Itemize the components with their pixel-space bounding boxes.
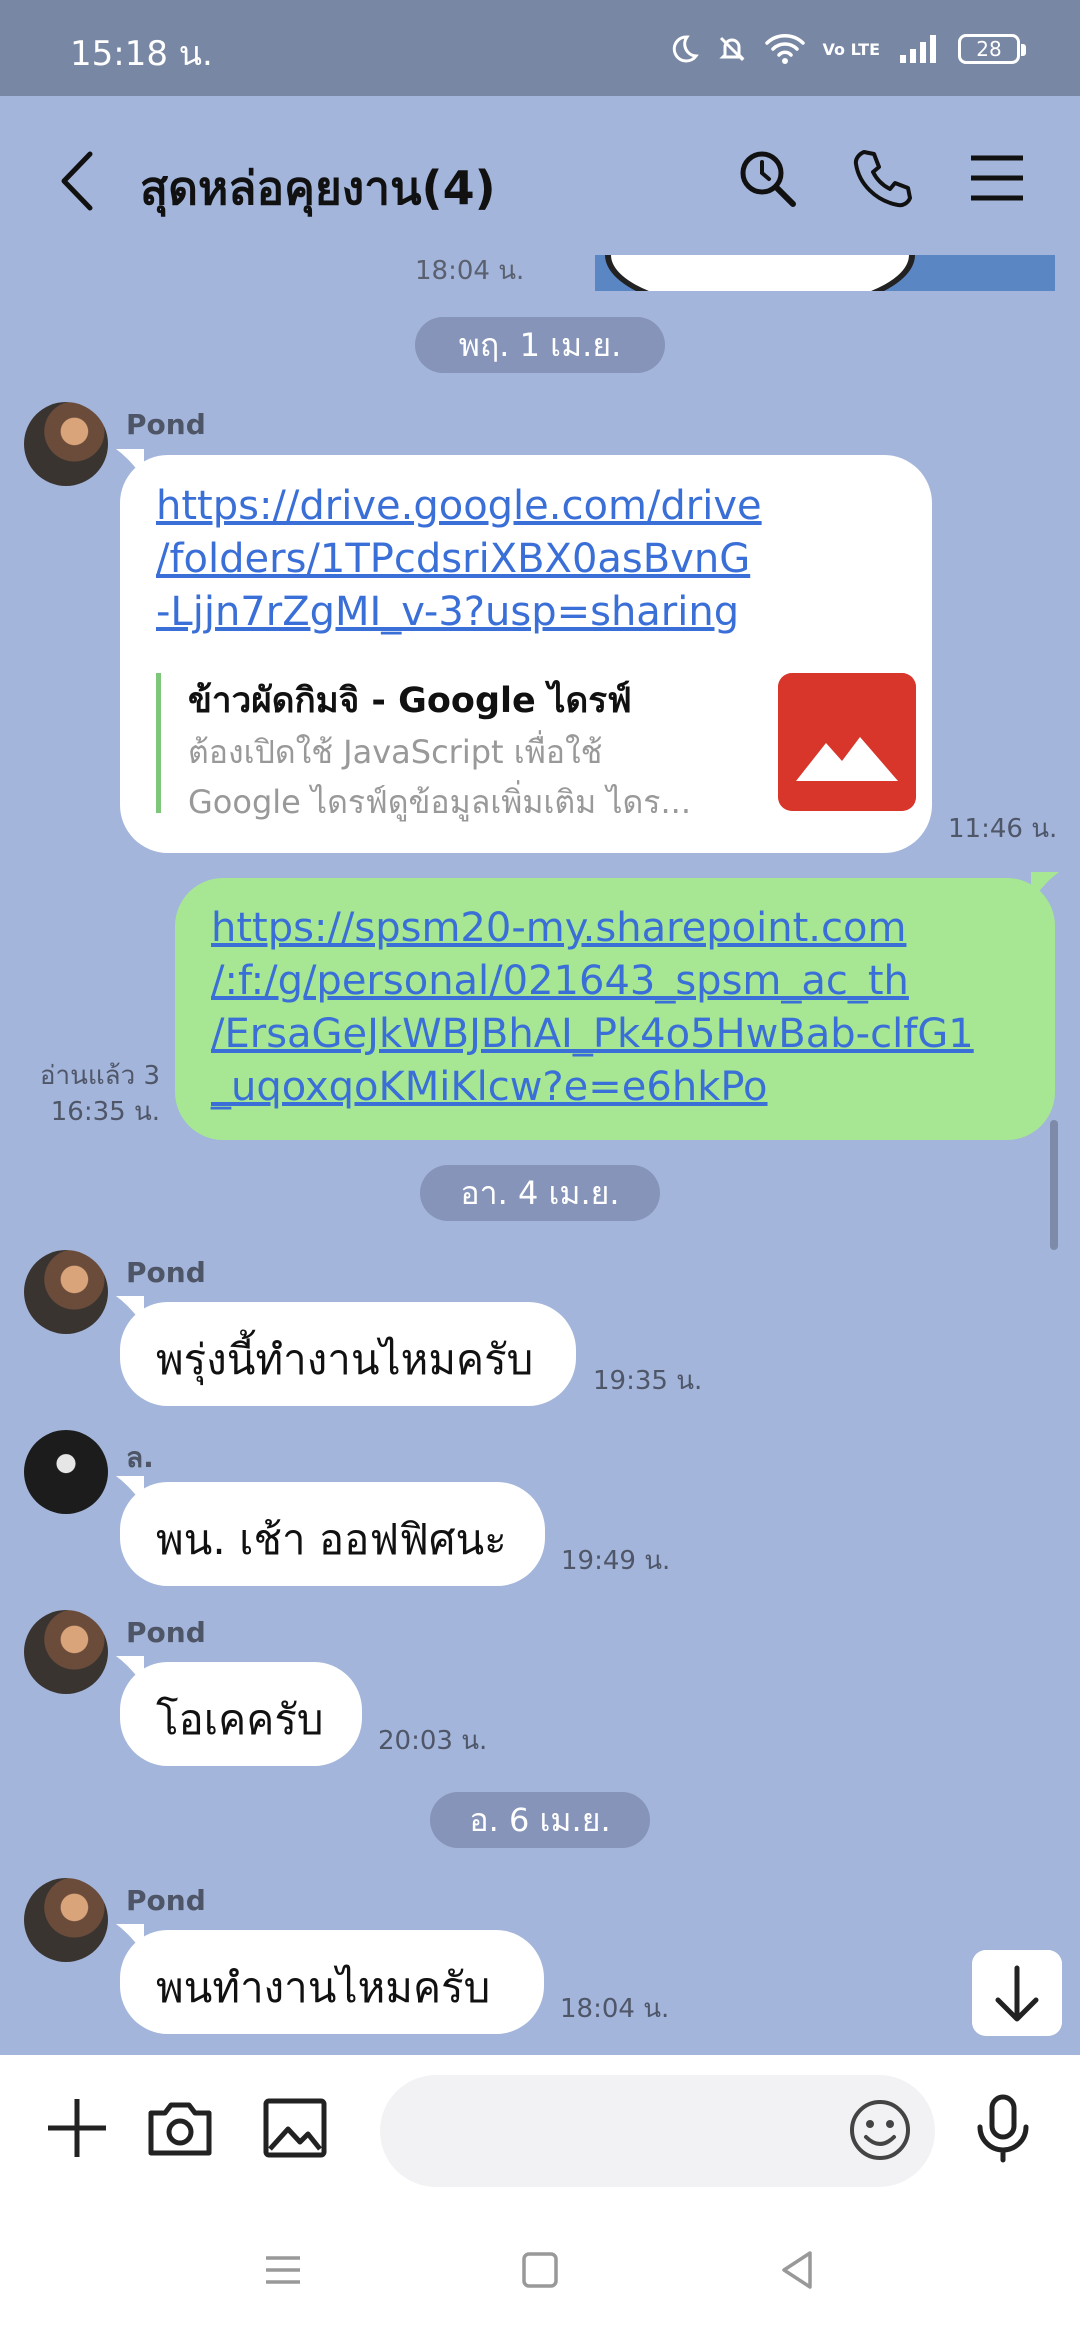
- bubble-tail: [1031, 872, 1059, 902]
- sender-name: ล.: [126, 1441, 154, 1474]
- message-link[interactable]: https://drive.google.com/drive: [156, 480, 762, 533]
- message-link[interactable]: /ErsaGeJkWBJBhAI_Pk4o5HwBab-clfG1: [211, 1008, 974, 1061]
- recent-apps-icon[interactable]: [258, 2245, 308, 2295]
- date-separator: อ. 6 เม.ย.: [430, 1792, 650, 1848]
- smiley-icon[interactable]: [847, 2097, 913, 2163]
- search-icon[interactable]: [735, 146, 799, 210]
- phone-icon[interactable]: [850, 146, 914, 210]
- message-bubble[interactable]: พนทำงานไหมครับ: [116, 1924, 544, 2034]
- bubble-tail: [116, 1656, 144, 1686]
- menu-icon[interactable]: [965, 146, 1029, 210]
- scrollbar[interactable]: [1050, 1120, 1058, 1250]
- battery-level: 28: [976, 37, 1002, 61]
- sender-name: Pond: [126, 1616, 206, 1649]
- chat-area[interactable]: 18:04 น. พฤ. 1 เม.ย. Pond https://drive.…: [0, 240, 1080, 2055]
- camera-icon[interactable]: [145, 2093, 215, 2163]
- message-field[interactable]: [380, 2075, 935, 2187]
- read-receipt: อ่านแล้ว 3 16:35 น.: [20, 1058, 160, 1130]
- link-message-bubble[interactable]: https://drive.google.com/drive /folders/…: [116, 449, 932, 853]
- avatar[interactable]: [24, 1610, 108, 1694]
- preview-description-line: ต้องเปิดใช้ JavaScript เพื่อใช้: [188, 733, 603, 771]
- message-bubble[interactable]: พน. เช้า ออฟฟิศนะ: [116, 1476, 545, 1586]
- message-input[interactable]: [420, 2105, 840, 2157]
- avatar[interactable]: [24, 1250, 108, 1334]
- message-link[interactable]: /:f:/g/personal/021643_spsm_ac_th: [211, 955, 974, 1008]
- message-time: 18:04 น.: [415, 256, 525, 286]
- image-thumbnail-icon: [778, 673, 916, 811]
- bubble-tail: [116, 1924, 144, 1954]
- back-icon[interactable]: [772, 2245, 822, 2295]
- message-bubble[interactable]: โอเคครับ: [116, 1656, 362, 1766]
- message-time: 20:03 น.: [378, 1726, 488, 1756]
- volte-icon: Vo LTE: [822, 39, 880, 59]
- system-nav-bar: [0, 2200, 1080, 2340]
- chevron-left-icon[interactable]: [50, 146, 110, 216]
- status-icons: Vo LTE 28: [669, 28, 1026, 70]
- sender-name: Pond: [126, 408, 206, 441]
- avatar[interactable]: [24, 1430, 108, 1514]
- arrow-down-icon[interactable]: [972, 1950, 1062, 2036]
- signal-icon: [900, 35, 936, 63]
- message-time: 11:46 น.: [948, 814, 1058, 844]
- message-bubble[interactable]: พรุ่งนี้ทำงานไหมครับ: [116, 1296, 576, 1406]
- moon-icon: [672, 35, 699, 63]
- chat-title[interactable]: สุดหล่อคุยงาน(4): [140, 152, 496, 225]
- message-input-bar: [0, 2055, 1080, 2200]
- preview-accent-bar: [156, 673, 161, 813]
- message-text: โอเคครับ: [156, 1695, 324, 1744]
- message-time: 19:49 น.: [561, 1546, 671, 1576]
- read-count: อ่านแล้ว 3: [39, 1061, 160, 1091]
- message-link[interactable]: https://spsm20-my.sharepoint.com: [211, 902, 974, 955]
- sender-name: Pond: [126, 1884, 206, 1917]
- sent-link-bubble[interactable]: https://spsm20-my.sharepoint.com /:f:/g/…: [175, 872, 1059, 1140]
- avatar[interactable]: [24, 1878, 108, 1962]
- bubble-tail: [116, 1296, 144, 1326]
- message-text: พรุ่งนี้ทำงานไหมครับ: [156, 1335, 534, 1384]
- preview-description: ต้องเปิดใช้ JavaScript เพื่อใช้ Google ไ…: [188, 727, 728, 827]
- message-link[interactable]: /folders/1TPcdsriXBX0asBvnG: [156, 533, 762, 586]
- status-bar: 15:18 น. Vo LTE 28: [0, 0, 1080, 96]
- sender-name: Pond: [126, 1256, 206, 1289]
- plus-icon[interactable]: [42, 2093, 112, 2163]
- battery-icon: 28: [958, 34, 1026, 64]
- home-icon[interactable]: [515, 2245, 565, 2295]
- preview-description-line: Google ไดรฟ์ดูข้อมูลเพิ่มเติม ไดร...: [188, 783, 691, 821]
- wifi-icon: [764, 34, 805, 64]
- message-link[interactable]: -Ljjn7rZgMI_v-3?usp=sharing: [156, 586, 762, 639]
- message-time: 19:35 น.: [593, 1366, 703, 1396]
- date-separator: อา. 4 เม.ย.: [420, 1165, 660, 1221]
- preview-title: ข้าวผัดกิมจิ - Google ไดรฟ์: [188, 681, 632, 721]
- bubble-tail: [116, 1476, 144, 1506]
- avatar[interactable]: [24, 402, 108, 486]
- image-icon[interactable]: [260, 2093, 330, 2163]
- message-time: 18:04 น.: [560, 1994, 670, 2024]
- message-link[interactable]: _uqoxqoKMiKlcw?e=e6hkPo: [211, 1061, 974, 1114]
- status-time: 15:18 น.: [70, 34, 213, 74]
- date-separator: พฤ. 1 เม.ย.: [415, 317, 665, 373]
- message-text: พน. เช้า ออฟฟิศนะ: [156, 1515, 507, 1564]
- message-time: 16:35 น.: [50, 1097, 160, 1127]
- bubble-tail: [116, 449, 144, 479]
- bell-off-icon: [718, 36, 745, 62]
- sticker-message[interactable]: [595, 255, 1055, 291]
- link-preview[interactable]: ข้าวผัดกิมจิ - Google ไดรฟ์ ต้องเปิดใช้ …: [156, 673, 916, 821]
- message-text: พนทำงานไหมครับ: [156, 1963, 491, 2012]
- microphone-icon[interactable]: [968, 2093, 1038, 2163]
